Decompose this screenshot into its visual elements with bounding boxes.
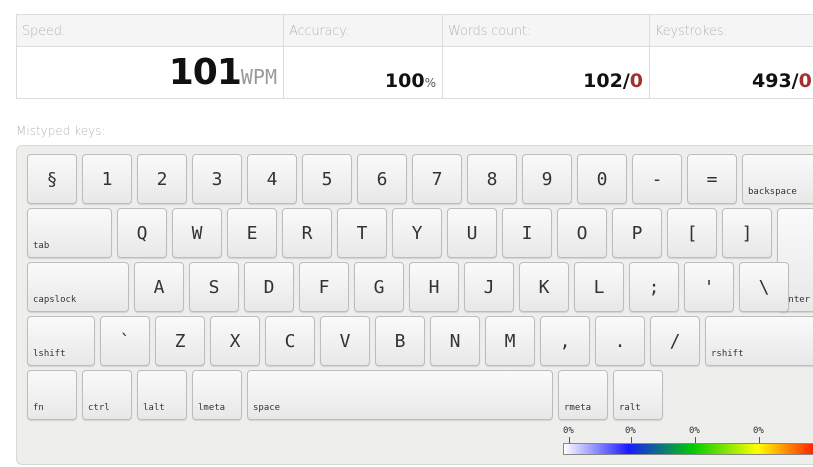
key-char: Q: [117, 208, 167, 258]
accuracy-value: 100: [384, 70, 425, 92]
key-char: E: [227, 208, 277, 258]
key-char: 7: [412, 154, 462, 204]
key-char: R: [282, 208, 332, 258]
key-ralt: ralt: [613, 370, 663, 420]
key-char: =: [687, 154, 737, 204]
key-char: C: [265, 316, 315, 366]
stats-table: Speed: 101WPM Accuracy: 100% Words count…: [16, 14, 813, 99]
key-char: -: [632, 154, 682, 204]
key-backspace: backspace: [742, 154, 813, 204]
key-char: K: [519, 262, 569, 312]
keystrokes-label: Keystrokes:: [650, 15, 813, 47]
key-char: 6: [357, 154, 407, 204]
key-lmeta: lmeta: [192, 370, 242, 420]
accuracy-value-cell: 100%: [284, 48, 442, 98]
legend-gradient-bar: [563, 443, 813, 455]
heatmap-legend: 0% 0% 0% 0%: [563, 426, 813, 456]
speed-column: Speed: 101WPM: [17, 15, 284, 98]
key-char: 2: [137, 154, 187, 204]
legend-tick: [631, 437, 632, 443]
key-char: §: [27, 154, 77, 204]
key-rmeta: rmeta: [558, 370, 608, 420]
key-char: ,: [540, 316, 590, 366]
legend-label: 0%: [753, 426, 764, 436]
key-char: T: [337, 208, 387, 258]
key-char: `: [100, 316, 150, 366]
key-char: S: [189, 262, 239, 312]
key-char: .: [595, 316, 645, 366]
legend-label: 0%: [625, 426, 636, 436]
key-tab: tab: [27, 208, 112, 258]
key-lalt: lalt: [137, 370, 187, 420]
key-char: Z: [155, 316, 205, 366]
accuracy-label: Accuracy:: [284, 15, 442, 47]
key-char: 9: [522, 154, 572, 204]
speed-label: Speed:: [17, 15, 283, 47]
key-char: 1: [82, 154, 132, 204]
key-char: O: [557, 208, 607, 258]
legend-label: 0%: [689, 426, 700, 436]
key-char: L: [574, 262, 624, 312]
key-rshift: rshift: [705, 316, 813, 366]
key-fn: fn: [27, 370, 77, 420]
key-char: ': [684, 262, 734, 312]
legend-tick: [695, 437, 696, 443]
key-char: Y: [392, 208, 442, 258]
key-char: G: [354, 262, 404, 312]
key-char: 4: [247, 154, 297, 204]
key-char: 8: [467, 154, 517, 204]
words-column: Words count: 102/0: [443, 15, 650, 98]
words-errors: 0: [629, 70, 643, 92]
key-char: B: [375, 316, 425, 366]
key-char: P: [612, 208, 662, 258]
key-char: M: [485, 316, 535, 366]
legend-tick: [569, 437, 570, 443]
key-char: ;: [629, 262, 679, 312]
speed-value: 101: [168, 52, 242, 93]
key-char: N: [430, 316, 480, 366]
key-lshift: lshift: [27, 316, 95, 366]
mistyped-keys-title: Mistyped keys:: [16, 124, 106, 138]
words-label: Words count:: [443, 15, 649, 47]
accuracy-column: Accuracy: 100%: [284, 15, 443, 98]
key-char: X: [210, 316, 260, 366]
key-char: H: [409, 262, 459, 312]
keystrokes-value: 493/: [752, 70, 799, 92]
speed-unit: WPM: [240, 65, 277, 89]
words-value-wrap: 102/0: [583, 70, 643, 92]
key-char: ]: [722, 208, 772, 258]
key-char: F: [299, 262, 349, 312]
keystrokes-value-wrap: 493/0: [752, 70, 812, 92]
key-char: [: [667, 208, 717, 258]
legend-label: 0%: [563, 426, 574, 436]
accuracy-value-wrap: 100%: [385, 70, 436, 92]
key-char: 0: [577, 154, 627, 204]
keystrokes-errors: 0: [798, 70, 812, 92]
key-char: \: [739, 262, 789, 312]
key-capslock: capslock: [27, 262, 129, 312]
key-space: space: [247, 370, 553, 420]
key-char: I: [502, 208, 552, 258]
key-char: 5: [302, 154, 352, 204]
key-char: W: [172, 208, 222, 258]
legend-tick: [759, 437, 760, 443]
key-char: D: [244, 262, 294, 312]
accuracy-unit: %: [424, 76, 436, 90]
keystrokes-value-cell: 493/0: [650, 48, 813, 98]
key-char: /: [650, 316, 700, 366]
key-ctrl: ctrl: [82, 370, 132, 420]
key-char: U: [447, 208, 497, 258]
key-char: A: [134, 262, 184, 312]
key-char: J: [464, 262, 514, 312]
speed-value-cell: 101WPM: [17, 48, 283, 98]
keyboard-heatmap: § 1 2 3 4 5 6 7 8 9 0- = backspace tab Q W E R T Y U I O P[] ent…: [16, 145, 813, 465]
key-char: V: [320, 316, 370, 366]
words-value-cell: 102/0: [443, 48, 649, 98]
key-char: 3: [192, 154, 242, 204]
keystrokes-column: Keystrokes: 493/0: [650, 15, 813, 98]
words-value: 102/: [583, 70, 630, 92]
